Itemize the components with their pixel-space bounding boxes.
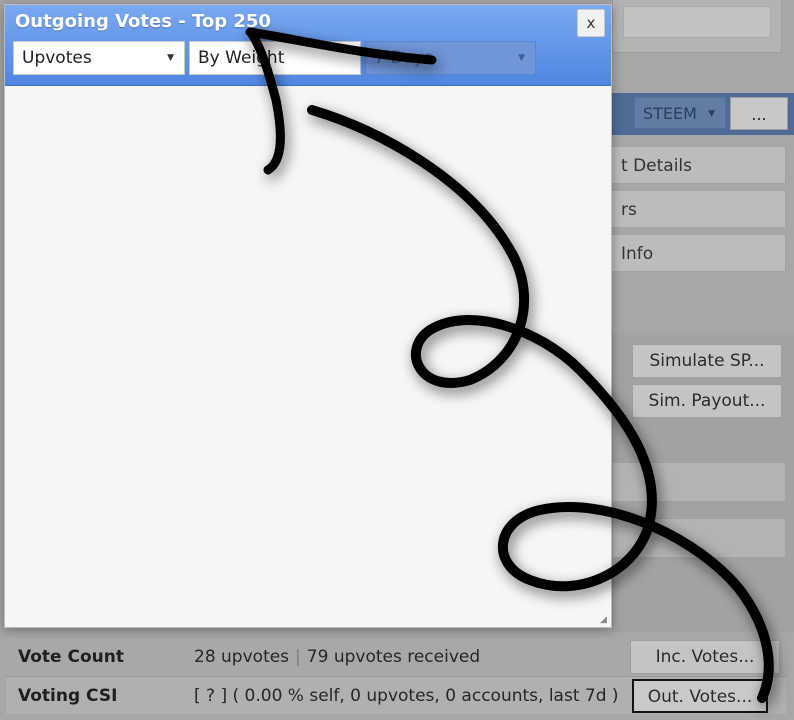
row-value-voting-csi: [ ? ] ( 0.00 % self, 0 upvotes, 0 accoun…: [194, 686, 619, 706]
sort-value: By Weight: [198, 48, 285, 68]
upvotes-received: 79 upvotes received: [306, 647, 481, 667]
more-button[interactable]: ...: [730, 97, 788, 130]
menu-item-users[interactable]: rs: [600, 190, 786, 228]
close-icon: x: [586, 14, 596, 32]
inc-votes-button[interactable]: Inc. Votes...: [630, 640, 780, 674]
background-field-2: [612, 518, 786, 558]
app-screen: STEEM ▼ ... t Details rs Info Simulate S…: [0, 0, 794, 720]
value-separator: |: [295, 647, 301, 667]
vote-type-select[interactable]: Upvotes ▼: [13, 41, 185, 75]
menu-item-details[interactable]: t Details: [600, 146, 786, 184]
outgoing-votes-dialog: Outgoing Votes - Top 250 x Upvotes ▼ By …: [4, 4, 612, 628]
background-top-box: [612, 0, 782, 53]
simulate-sp-button[interactable]: Simulate SP...: [632, 344, 782, 378]
caret-down-icon: ▼: [167, 53, 174, 63]
sim-payout-button[interactable]: Sim. Payout...: [632, 384, 782, 418]
table-row: Vote Count 28 upvotes | 79 upvotes receive…: [6, 638, 786, 676]
upvotes-count: 28 upvotes: [194, 647, 290, 667]
currency-select[interactable]: STEEM ▼: [634, 97, 726, 129]
row-label-vote-count: Vote Count: [18, 647, 124, 667]
resize-grip-icon[interactable]: ◢: [600, 616, 609, 625]
row-label-voting-csi: Voting CSI: [18, 686, 118, 706]
period-select[interactable]: 7 Days ▼: [365, 41, 536, 75]
background-field-1: [612, 462, 786, 502]
period-value: 7 Days: [374, 48, 433, 68]
dialog-title: Outgoing Votes - Top 250: [15, 11, 271, 32]
currency-select-value: STEEM: [643, 104, 697, 123]
table-row: Voting CSI [ ? ] ( 0.00 % self, 0 upvote…: [6, 676, 786, 714]
caret-down-icon: ▼: [708, 109, 715, 119]
out-votes-button[interactable]: Out. Votes...: [632, 679, 768, 713]
vote-type-value: Upvotes: [22, 48, 92, 68]
menu-item-info[interactable]: Info: [600, 234, 786, 272]
sort-select[interactable]: By Weight: [189, 41, 361, 75]
caret-down-icon: ▼: [518, 53, 525, 63]
row-value-vote-count: 28 upvotes | 79 upvotes received: [194, 638, 480, 676]
close-button[interactable]: x: [577, 9, 605, 37]
dialog-body: [5, 86, 611, 627]
dialog-header[interactable]: Outgoing Votes - Top 250 x Upvotes ▼ By …: [5, 5, 611, 86]
background-top-field: [623, 6, 771, 38]
